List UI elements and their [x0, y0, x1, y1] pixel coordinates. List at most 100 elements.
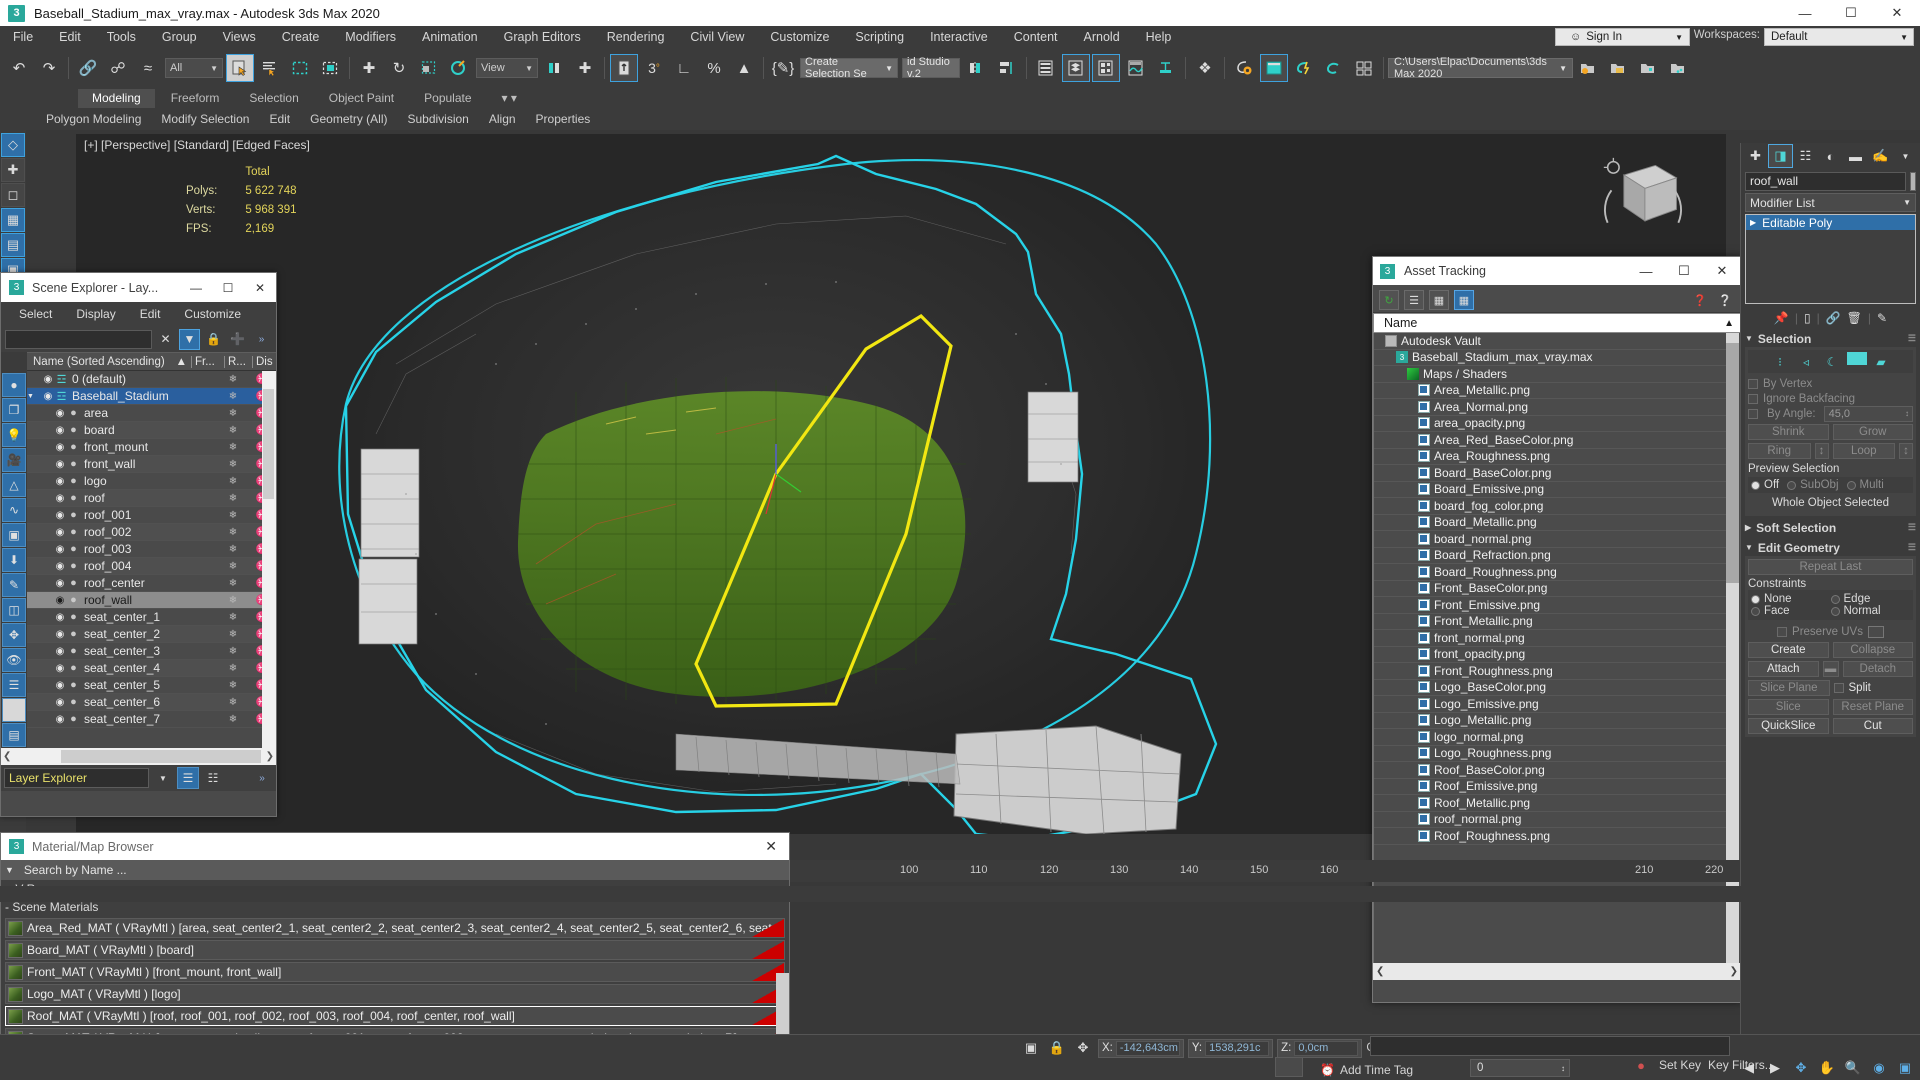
- visibility-eye-icon[interactable]: ◉: [53, 680, 67, 691]
- selection-filter-dropdown[interactable]: All ▼: [165, 58, 223, 78]
- asset-tracking-row[interactable]: Front_Roughness.png: [1374, 663, 1726, 680]
- orbit-icon[interactable]: ◉: [1868, 1057, 1890, 1079]
- menu-item-civil-view[interactable]: Civil View: [677, 26, 757, 48]
- visibility-eye-icon[interactable]: ◉: [53, 578, 67, 589]
- detach-button[interactable]: Detach: [1843, 661, 1914, 677]
- object-icon[interactable]: ●: [67, 611, 80, 623]
- visibility-eye-icon[interactable]: ◉: [53, 527, 67, 538]
- material-list-item[interactable]: Board_MAT ( VRayMtl ) [board]: [5, 940, 785, 960]
- freeze-toggle-icon[interactable]: ❄: [218, 612, 248, 623]
- drag-handle-icon[interactable]: ☰: [1908, 542, 1916, 553]
- ring-spinner[interactable]: ↕: [1815, 443, 1829, 459]
- filter-icon[interactable]: ▼: [179, 329, 200, 350]
- schematic-view-icon[interactable]: [1152, 54, 1180, 82]
- tab-modify[interactable]: ◨: [1768, 144, 1793, 168]
- render-setup-icon[interactable]: [1230, 54, 1258, 82]
- visibility-eye-icon[interactable]: ◉: [53, 510, 67, 521]
- freeze-toggle-icon[interactable]: ❄: [218, 578, 248, 589]
- render-iterative-icon[interactable]: [1320, 54, 1348, 82]
- select-by-name-icon[interactable]: [256, 54, 284, 82]
- tab-utilities[interactable]: ✍: [1868, 144, 1893, 168]
- asset-tracking-row[interactable]: Front_Emissive.png: [1374, 597, 1726, 614]
- ribbon-subtab-polygon-modeling[interactable]: Polygon Modeling: [36, 110, 151, 129]
- refresh-icon[interactable]: ↻: [1379, 290, 1399, 310]
- scene-explorer-row[interactable]: ◉●front_wall❄♓: [27, 456, 276, 473]
- scene-explorer-row[interactable]: ◉●roof_center❄♓: [27, 575, 276, 592]
- project-path-dropdown[interactable]: C:\Users\Elpac\Documents\3ds Max 2020 ▼: [1388, 58, 1573, 78]
- freeze-toggle-icon[interactable]: ❄: [218, 561, 248, 572]
- modifier-list-dropdown[interactable]: Modifier List ▼: [1745, 193, 1916, 212]
- menu-item-content[interactable]: Content: [1001, 26, 1071, 48]
- spinner-toggle-icon[interactable]: ▲: [730, 54, 758, 82]
- hierarchy-view-icon[interactable]: ☷: [202, 767, 224, 789]
- project-folder-settings-icon[interactable]: [1574, 54, 1602, 82]
- scene-explorer-row[interactable]: ◉☲0 (default)❄♓: [27, 371, 276, 388]
- scene-explorer-row[interactable]: ◉●seat_center_7❄♓: [27, 711, 276, 728]
- ribbon-tab-object-paint[interactable]: Object Paint: [315, 89, 408, 108]
- scene-explorer-row[interactable]: ◉●seat_center_4❄♓: [27, 660, 276, 677]
- visibility-eye-icon[interactable]: ◉: [53, 561, 67, 572]
- snaps-toggle-icon[interactable]: [610, 54, 638, 82]
- material-list-item[interactable]: Roof_MAT ( VRayMtl ) [roof, roof_001, ro…: [5, 1006, 785, 1026]
- expand-footer-icon[interactable]: »: [251, 767, 273, 789]
- bind-space-warp-icon[interactable]: ≈: [134, 54, 162, 82]
- box-icon[interactable]: ◻: [1, 183, 25, 207]
- material-browser-scrollbar[interactable]: [776, 973, 789, 1043]
- y-coordinate-field[interactable]: Y: 1538,291c: [1188, 1039, 1273, 1058]
- loop-spinner[interactable]: ↕: [1899, 443, 1913, 459]
- preserve-uvs-settings-icon[interactable]: [1868, 626, 1884, 638]
- visibility-eye-icon[interactable]: ◉: [53, 629, 67, 640]
- create-object-icon[interactable]: ◇: [1, 133, 25, 157]
- list-view-icon[interactable]: ☰: [1404, 290, 1424, 310]
- object-icon[interactable]: ●: [67, 526, 80, 538]
- preview-subobj-radio[interactable]: SubObj: [1787, 479, 1838, 491]
- scene-materials-list[interactable]: Area_Red_MAT ( VRayMtl ) [area, seat_cen…: [1, 916, 789, 1048]
- expand-arrow-icon[interactable]: ▶: [1750, 218, 1756, 227]
- visibility-eye-icon[interactable]: ◉: [53, 663, 67, 674]
- constraint-normal-radio[interactable]: Normal: [1831, 605, 1911, 617]
- chevron-down-icon[interactable]: ▼: [152, 767, 174, 789]
- grid-view-icon[interactable]: ▦: [1454, 290, 1474, 310]
- visibility-eye-icon[interactable]: ◉: [53, 459, 67, 470]
- scene-explorer-menu-customize[interactable]: Customize: [172, 307, 253, 321]
- select-and-manipulate-icon[interactable]: ✚: [571, 54, 599, 82]
- freeze-toggle-icon[interactable]: ❄: [218, 714, 248, 725]
- tab-display[interactable]: ▬: [1843, 144, 1868, 168]
- material-list-item[interactable]: Front_MAT ( VRayMtl ) [front_mount, fron…: [5, 962, 785, 982]
- scroll-left-icon[interactable]: ❮: [1376, 966, 1384, 977]
- percent-snap-icon[interactable]: ∟: [670, 54, 698, 82]
- vertex-subobject-icon[interactable]: ⁝: [1769, 352, 1792, 371]
- asset-tracking-row[interactable]: Roof_Roughness.png: [1374, 828, 1726, 845]
- containers-filter-icon[interactable]: ◫: [2, 598, 26, 622]
- scroll-right-icon[interactable]: ❯: [266, 751, 274, 762]
- select-and-rotate-icon[interactable]: ↻: [385, 54, 413, 82]
- close-button[interactable]: ✕: [1874, 0, 1920, 26]
- helpers-filter-icon[interactable]: △: [2, 473, 26, 497]
- sign-in-button[interactable]: ☺ Sign In ▼: [1555, 28, 1690, 46]
- select-link-icon[interactable]: 🔗: [74, 54, 102, 82]
- scene-explorer-menu-edit[interactable]: Edit: [128, 307, 173, 321]
- absolute-relative-toggle-icon[interactable]: ▣: [1020, 1037, 1042, 1059]
- set-key-label[interactable]: Set Key: [1659, 1058, 1701, 1072]
- expand-toolbar-icon[interactable]: »: [251, 329, 272, 350]
- menu-item-views[interactable]: Views: [210, 26, 269, 48]
- object-icon[interactable]: ●: [67, 628, 80, 640]
- asset-tracking-row[interactable]: Logo_Metallic.png: [1374, 713, 1726, 730]
- asset-tracking-row[interactable]: Board_Roughness.png: [1374, 564, 1726, 581]
- thumbnail-view-icon[interactable]: ▦: [1429, 290, 1449, 310]
- ribbon-subtab-subdivision[interactable]: Subdivision: [397, 110, 478, 129]
- menu-item-edit[interactable]: Edit: [46, 26, 94, 48]
- asset-tracking-row[interactable]: Roof_Metallic.png: [1374, 795, 1726, 812]
- layer-explorer-icon[interactable]: [1032, 54, 1060, 82]
- menu-item-interactive[interactable]: Interactive: [917, 26, 1001, 48]
- by-vertex-checkbox[interactable]: By Vertex: [1748, 376, 1913, 391]
- object-icon[interactable]: ●: [67, 492, 80, 504]
- curve-editor-icon[interactable]: [1122, 54, 1150, 82]
- chevron-up-icon[interactable]: ▲: [1724, 318, 1734, 329]
- visibility-eye-icon[interactable]: ◉: [53, 612, 67, 623]
- lock-icon[interactable]: 🔒: [203, 329, 224, 350]
- asset-tracking-row[interactable]: front_normal.png: [1374, 630, 1726, 647]
- visibility-eye-icon[interactable]: ◉: [53, 408, 67, 419]
- pan-icon[interactable]: ✋: [1816, 1057, 1838, 1079]
- freeze-toggle-icon[interactable]: ❄: [218, 425, 248, 436]
